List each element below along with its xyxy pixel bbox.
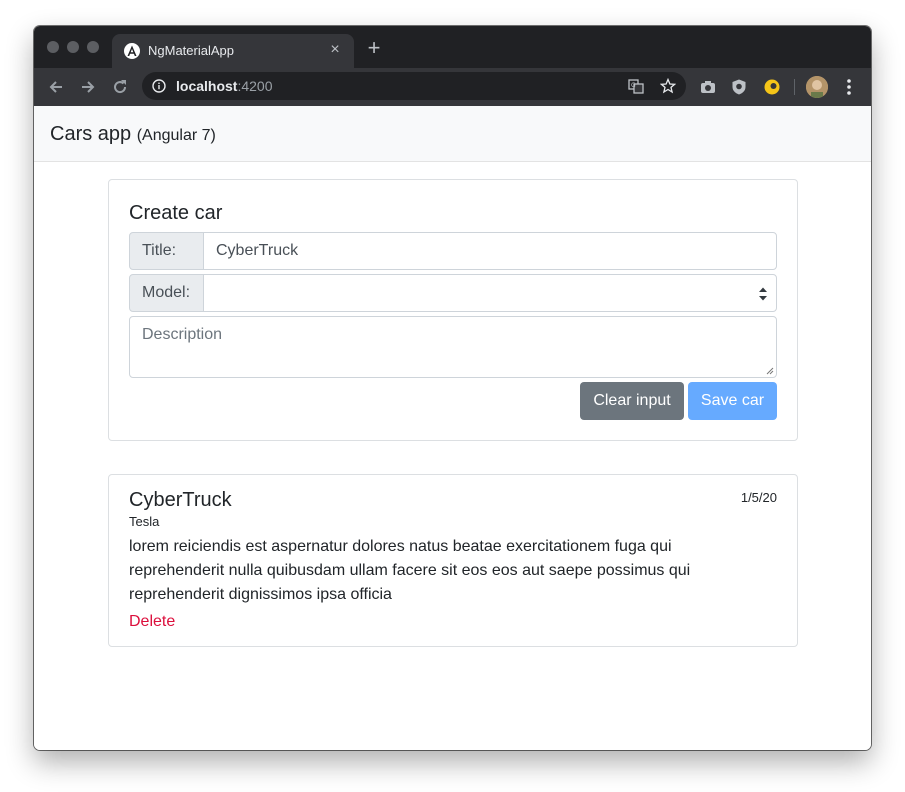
angular-logo-icon [124,43,140,59]
resize-grip-icon[interactable] [766,367,774,375]
car-card: CyberTruck 1/5/20 Tesla lorem reiciendis… [108,474,798,647]
svg-text:G: G [631,82,636,89]
info-icon[interactable] [152,79,166,93]
kebab-menu-icon[interactable] [845,78,853,96]
yellow-circle-icon[interactable] [763,78,781,96]
description-placeholder: Description [142,326,223,343]
tab-title: NgMaterialApp [148,43,234,58]
delete-car-link[interactable]: Delete [129,613,175,631]
page-viewport: Cars app (Angular 7) Create car Title: C… [34,106,871,750]
save-car-button[interactable]: Save car [688,382,777,420]
close-window-icon[interactable] [47,41,59,53]
camera-icon[interactable] [699,78,717,96]
browser-toolbar: localhost:4200 G [34,68,871,106]
star-icon[interactable] [660,78,676,94]
create-car-heading: Create car [129,202,223,224]
tab-close-icon[interactable]: × [326,40,344,60]
url-host: localhost [176,78,238,94]
clear-input-button[interactable]: Clear input [580,382,684,420]
description-textarea[interactable]: Description [129,316,777,378]
brand-subtitle: (Angular 7) [136,127,216,144]
title-input-group: Title: CyberTruck [129,232,777,270]
model-input-group: Model: [129,274,777,312]
select-arrows-icon [759,287,767,301]
profile-avatar[interactable] [806,76,828,98]
shield-icon[interactable] [730,78,748,96]
brand-title: Cars app [50,123,132,145]
car-model: Tesla [129,514,160,529]
car-title: CyberTruck [129,489,232,511]
app-brand[interactable]: Cars app (Angular 7) [50,123,216,146]
browser-tab[interactable]: NgMaterialApp × [112,34,354,68]
tab-strip: NgMaterialApp × + [34,26,871,68]
car-description: lorem reiciendis est aspernatur dolores … [129,538,691,603]
url-text: localhost:4200 [176,78,273,94]
app-navbar: Cars app (Angular 7) [34,106,871,162]
minimize-window-icon[interactable] [67,41,79,53]
car-date: 1/5/20 [740,490,777,505]
reload-icon[interactable] [110,77,130,97]
title-input[interactable]: CyberTruck [203,232,777,270]
model-select[interactable] [203,274,777,312]
translate-icon[interactable]: G [628,78,644,94]
model-label: Model: [129,274,204,312]
create-car-card: Create car Title: CyberTruck Model: Desc… [108,179,798,441]
back-arrow-icon[interactable] [46,77,66,97]
browser-window: NgMaterialApp × + localhost:4200 G Cars … [34,26,871,750]
forward-arrow-icon[interactable] [78,77,98,97]
toolbar-separator [794,79,795,95]
title-label: Title: [129,232,204,270]
maximize-window-icon[interactable] [87,41,99,53]
avatar-face-icon [806,76,828,98]
new-tab-icon[interactable]: + [364,37,384,59]
address-bar[interactable]: localhost:4200 G [142,72,686,100]
url-port: :4200 [237,78,273,94]
